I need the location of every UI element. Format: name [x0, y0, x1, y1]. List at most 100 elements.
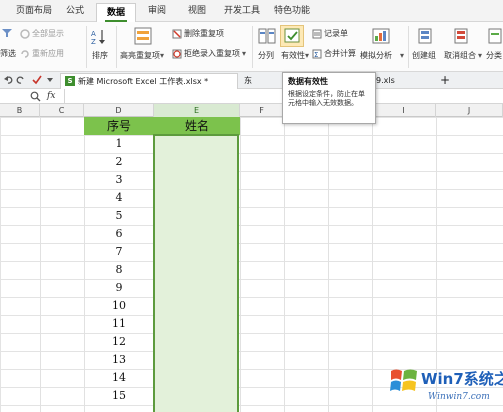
cell-index[interactable]: 6 [85, 225, 153, 243]
watermark-url: Winwin7.com [428, 392, 490, 402]
subtotal-icon [486, 27, 503, 45]
ribbon: 筛选 全部显示 重新应用 A Z 排序 高亮重复项 ▾ 删除重复项 拒绝录入重复… [0, 22, 503, 72]
cell-index[interactable]: 1 [85, 135, 153, 153]
watermark-brand: Win7系统之家 [421, 370, 503, 388]
what-if-analysis-icon [372, 27, 390, 45]
function-icon[interactable]: fx [47, 90, 55, 102]
tab-view[interactable]: 视图 [180, 0, 214, 22]
cell-index[interactable]: 3 [85, 171, 153, 189]
chevron-down-icon[interactable]: ▾ [160, 50, 164, 62]
document-tab-title: 新建 Microsoft Excel 工作表.xlsx * [78, 77, 209, 86]
cell-index[interactable]: 12 [85, 333, 153, 351]
cell-index[interactable]: 8 [85, 261, 153, 279]
subtotal-button[interactable]: 分类 [486, 50, 502, 62]
svg-text:Z: Z [91, 38, 96, 46]
tab-developer[interactable]: 开发工具 [220, 0, 264, 22]
document-tab[interactable]: 9.xls [376, 73, 416, 89]
create-group-icon [416, 27, 434, 45]
cell-index[interactable]: 11 [85, 315, 153, 333]
reject-duplicates-icon [172, 49, 182, 59]
tooltip-title: 数据有效性 [288, 77, 328, 86]
zoom-icon[interactable] [30, 91, 41, 102]
cell-index[interactable]: 9 [85, 279, 153, 297]
cell-index[interactable]: 14 [85, 369, 153, 387]
chevron-down-icon[interactable]: ▾ [400, 50, 404, 62]
header-cell-index[interactable]: 序号 [84, 117, 154, 135]
filter-icon [2, 28, 12, 38]
document-tab[interactable]: 东 [240, 73, 280, 89]
tab-data[interactable]: 数据 [96, 3, 136, 23]
column-header-e[interactable]: E [154, 104, 240, 117]
formula-bar: fx [0, 89, 503, 104]
watermark: Win7系统之家 Winwin7.com [293, 362, 503, 412]
chevron-down-icon[interactable]: ▾ [305, 50, 309, 62]
document-tab-active[interactable]: S 新建 Microsoft Excel 工作表.xlsx * [60, 73, 238, 89]
menu-bar: 页面布局 公式 数据 审阅 视图 开发工具 特色功能 [0, 0, 503, 23]
grid-line [284, 117, 285, 412]
split-button[interactable]: 分列 [258, 50, 274, 62]
cell-index[interactable]: 13 [85, 351, 153, 369]
undo-icon[interactable] [3, 75, 13, 85]
record-form-button[interactable]: 记录单 [324, 28, 348, 40]
validity-tooltip: 数据有效性 根据设定条件，防止在单元格中输入无效数据。 [282, 72, 376, 124]
cell-index[interactable]: 2 [85, 153, 153, 171]
windows-logo-icon [389, 366, 419, 396]
merge-calc-button[interactable]: 合并计算 [324, 48, 356, 60]
column-header-b[interactable]: B [0, 104, 40, 117]
what-if-analysis-button[interactable]: 模拟分析 [360, 50, 392, 62]
highlight-duplicates-icon [133, 26, 153, 46]
ungroup-icon [452, 27, 470, 45]
document-tab-title: 9.xls [376, 76, 395, 85]
checkmark-icon[interactable] [32, 75, 42, 85]
column-header-c[interactable]: C [40, 104, 84, 117]
record-form-icon [312, 29, 322, 39]
header-cell-name[interactable]: 姓名 [154, 117, 240, 135]
highlight-duplicates-button[interactable]: 高亮重复项 [120, 50, 160, 62]
cell-index[interactable]: 7 [85, 243, 153, 261]
tab-page-layout[interactable]: 页面布局 [14, 0, 54, 22]
create-group-button[interactable]: 创建组 [412, 50, 436, 62]
column-header-d[interactable]: D [84, 104, 154, 117]
merge-calc-icon: Σ [312, 49, 322, 59]
remove-duplicates-button[interactable]: 删除重复项 [184, 28, 224, 40]
cell-index[interactable]: 4 [85, 189, 153, 207]
sort-icon: A Z [90, 28, 108, 46]
tab-review[interactable]: 审阅 [140, 0, 174, 22]
tab-special[interactable]: 特色功能 [270, 0, 314, 22]
column-headers: B C D E F G H I J [0, 104, 503, 117]
chevron-down-icon[interactable]: ▾ [478, 50, 482, 62]
svg-text:Σ: Σ [314, 51, 318, 59]
formula-divider [64, 89, 65, 104]
chevron-down-icon[interactable]: ▾ [242, 48, 246, 60]
spreadsheet-file-icon: S [65, 76, 75, 86]
reapply-button[interactable]: 重新应用 [32, 48, 64, 60]
reapply-icon [20, 49, 30, 59]
cell-index[interactable]: 5 [85, 207, 153, 225]
validity-button[interactable]: 有效性 [281, 50, 305, 62]
sort-button[interactable]: 排序 [92, 50, 108, 62]
reject-duplicates-button[interactable]: 拒绝录入重复项 [184, 48, 240, 60]
tab-formula[interactable]: 公式 [58, 0, 92, 22]
document-tab-strip: S 新建 Microsoft Excel 工作表.xlsx * 东 9.xls + [0, 72, 503, 89]
remove-duplicates-icon [172, 29, 182, 39]
cell-index[interactable]: 10 [85, 297, 153, 315]
selected-range-e[interactable] [153, 134, 239, 412]
grid-line [240, 117, 241, 412]
column-header-i[interactable]: I [372, 104, 436, 117]
document-tab-title: 东 [244, 76, 252, 85]
ribbon-separator [86, 26, 87, 68]
svg-text:A: A [91, 30, 96, 38]
ungroup-button[interactable]: 取消组合 [444, 50, 476, 62]
column-header-j[interactable]: J [436, 104, 503, 117]
grid-line [40, 117, 41, 412]
show-all-button[interactable]: 全部显示 [32, 28, 64, 40]
column-header-f[interactable]: F [240, 104, 284, 117]
show-all-icon [20, 29, 30, 39]
new-tab-button[interactable]: + [440, 73, 454, 89]
filter-button[interactable]: 筛选 [0, 48, 16, 60]
cell-index[interactable]: 15 [85, 387, 153, 405]
toolbar-dropdown-icon[interactable] [45, 75, 55, 85]
redo-icon[interactable] [16, 75, 26, 85]
split-columns-icon [258, 27, 276, 45]
ribbon-separator [116, 26, 117, 68]
